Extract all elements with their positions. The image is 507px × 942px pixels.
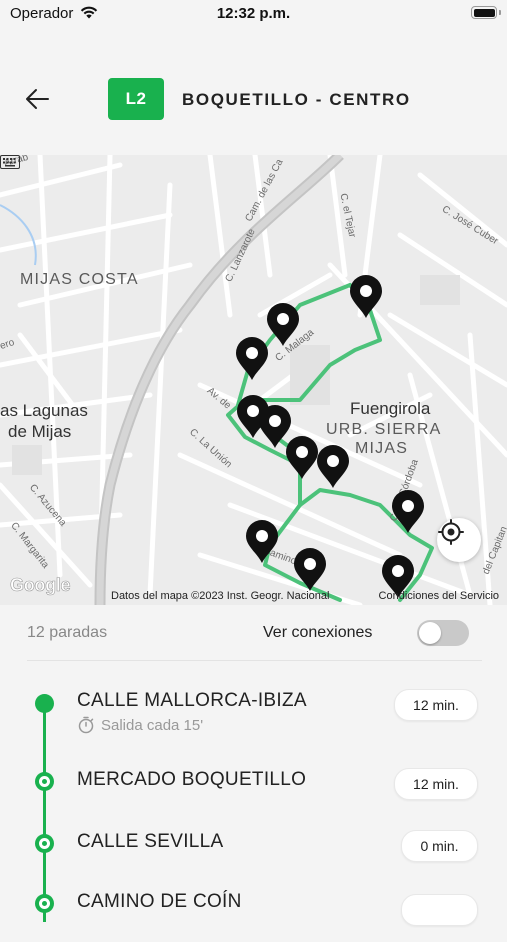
stop-eta: 12 min. — [394, 768, 478, 800]
map-place-label: URB. SIERRA — [326, 421, 442, 438]
my-location-button[interactable] — [437, 518, 481, 562]
map-terms-link[interactable]: Condiciones del Servicio — [379, 590, 499, 602]
map-place-label: de Mijas — [8, 422, 72, 441]
clock: 12:32 p.m. — [216, 5, 291, 22]
connections-toggle[interactable] — [417, 620, 469, 646]
stop-item[interactable]: CALLE MALLORCA-IBIZA Salida cada 15' 12 … — [0, 680, 507, 740]
stop-name: CAMINO DE COÍN — [77, 891, 242, 912]
battery-tip — [499, 10, 501, 15]
map-stop-pin[interactable] — [245, 520, 279, 564]
stop-item[interactable]: CAMINO DE COÍN — [0, 882, 507, 942]
toggle-knob — [419, 622, 441, 644]
stop-marker — [35, 894, 54, 913]
stops-list: CALLE MALLORCA-IBIZA Salida cada 15' 12 … — [0, 660, 507, 926]
stop-eta — [401, 894, 478, 926]
stop-frequency-label: Salida cada 15' — [101, 716, 204, 734]
stop-item[interactable]: MERCADO BOQUETILLO 12 min. — [0, 760, 507, 820]
map-stop-pin[interactable] — [235, 337, 269, 381]
google-logo: Google — [10, 575, 71, 596]
stopwatch-icon — [78, 716, 94, 734]
stop-name: CALLE MALLORCA-IBIZA — [77, 690, 307, 711]
route-summary-row: 12 paradas Ver conexiones — [0, 608, 507, 658]
map-attribution: Datos del mapa ©2023 Inst. Geogr. Nacion… — [111, 590, 330, 602]
map-stop-pin[interactable] — [285, 436, 319, 480]
connections-label: Ver conexiones — [263, 624, 373, 641]
map-place-label: MIJAS COSTA — [20, 271, 139, 288]
battery-icon — [471, 6, 497, 19]
map-place-label: MIJAS — [355, 440, 409, 457]
stop-name: CALLE SEVILLA — [77, 831, 224, 852]
map-stop-pin[interactable] — [293, 548, 327, 592]
map-stop-pin[interactable] — [391, 490, 425, 534]
stop-marker-origin — [35, 694, 54, 713]
map-place-label: as Lagunas — [0, 401, 88, 420]
route-title: BOQUETILLO - CENTRO — [182, 90, 411, 109]
keyboard-icon[interactable] — [0, 155, 20, 169]
stop-count: 12 paradas — [27, 624, 108, 641]
arrow-left-icon — [26, 89, 49, 109]
stop-eta: 12 min. — [394, 689, 478, 721]
stop-frequency: Salida cada 15' — [77, 716, 203, 734]
line-badge: L2 — [108, 78, 164, 120]
stop-item[interactable]: CALLE SEVILLA 0 min. — [0, 822, 507, 882]
stop-eta: 0 min. — [401, 830, 478, 862]
map-place-label: Fuengirola — [350, 399, 431, 418]
header: L2 BOQUETILLO - CENTRO — [0, 60, 507, 140]
status-bar: Operador 12:32 p.m. — [0, 0, 507, 30]
stop-marker — [35, 834, 54, 853]
back-button[interactable] — [20, 84, 54, 114]
map-stop-pin[interactable] — [266, 303, 300, 347]
map-stop-pin[interactable] — [349, 275, 383, 319]
stop-marker — [35, 772, 54, 791]
route-map[interactable]: MIJAS COSTA Fuengirola URB. SIERRA MIJAS… — [0, 155, 507, 605]
map-stop-pin[interactable] — [316, 445, 350, 489]
crosshair-icon — [438, 519, 464, 545]
stop-name: MERCADO BOQUETILLO — [77, 769, 307, 790]
